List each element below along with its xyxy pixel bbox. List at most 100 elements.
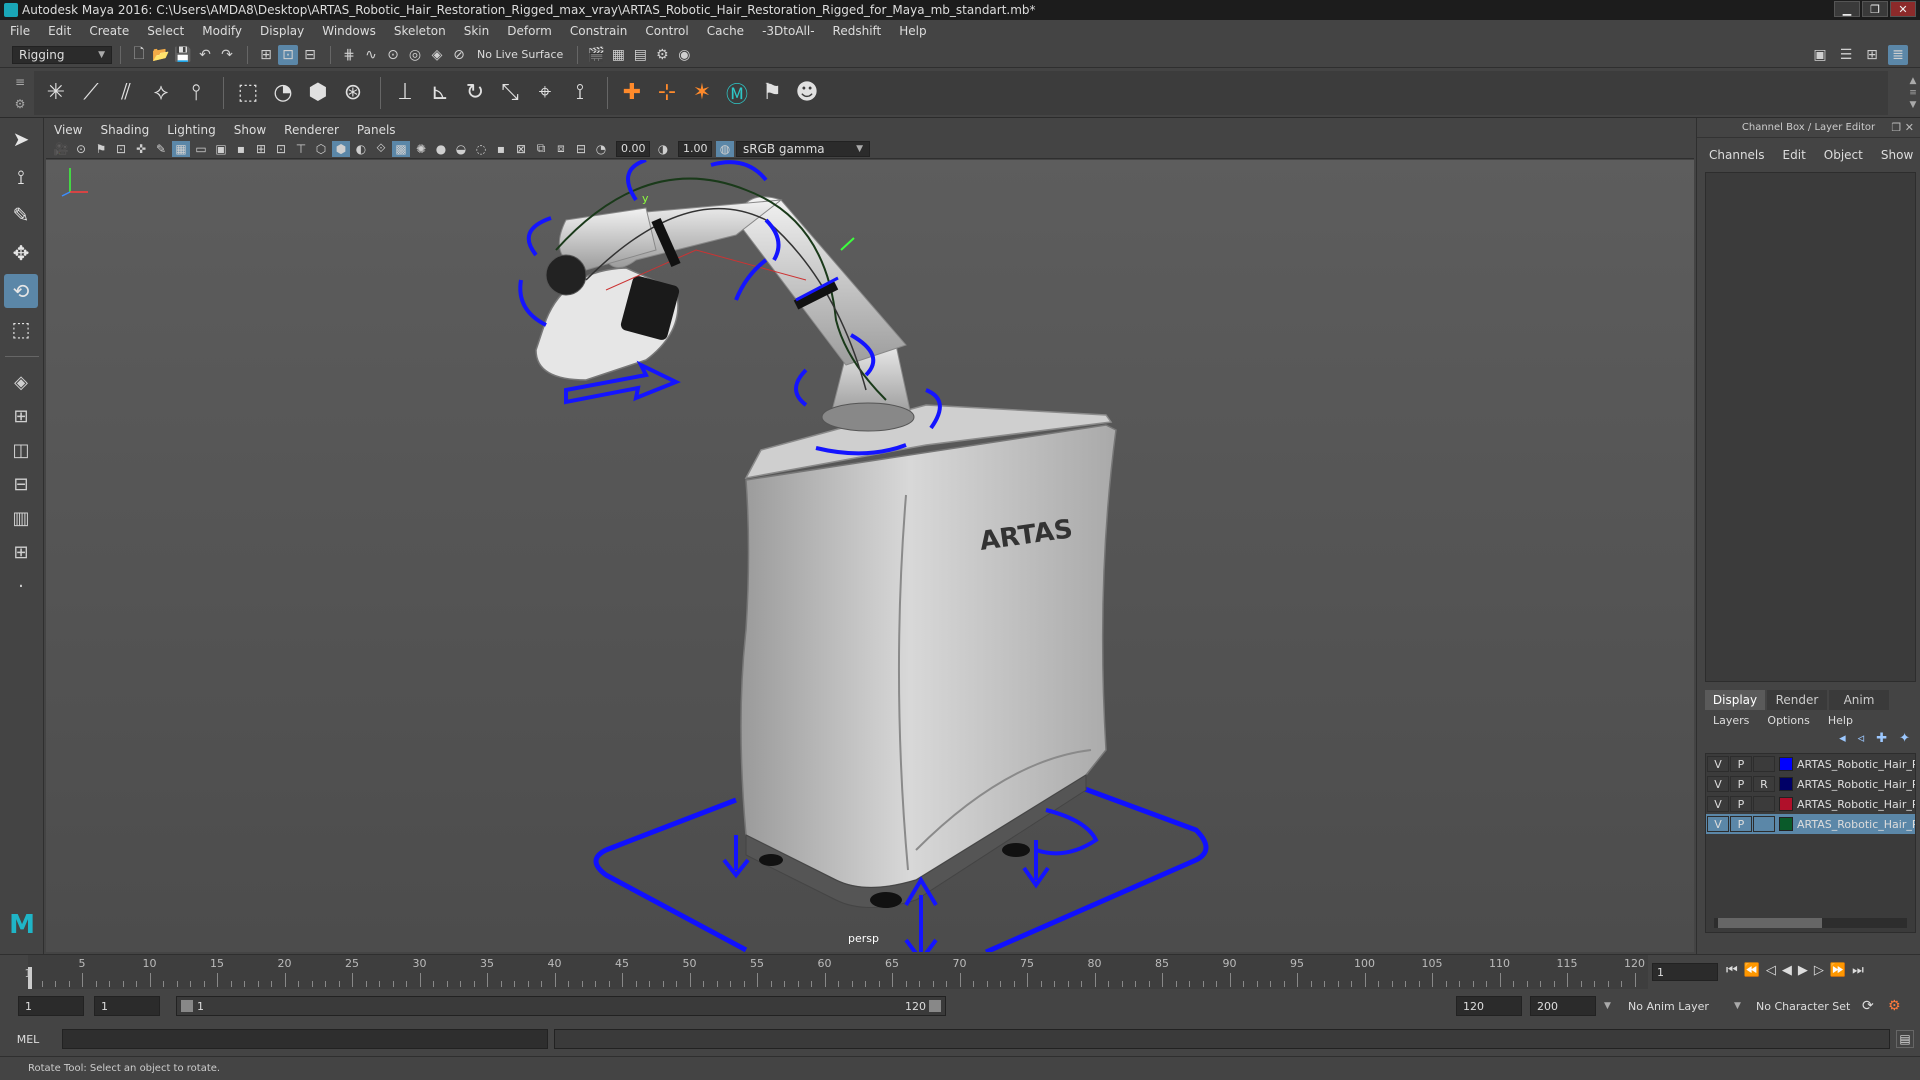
- layer-color-swatch[interactable]: [1779, 757, 1793, 771]
- open-scene-icon[interactable]: 📂: [151, 45, 171, 65]
- step-forward-key-icon[interactable]: ⏩: [1830, 963, 1846, 978]
- orient-constraint-icon[interactable]: ↻: [459, 77, 491, 109]
- snap-surface-icon[interactable]: ◈: [427, 45, 447, 65]
- four-pane-layout-icon[interactable]: ⊞: [4, 401, 38, 431]
- viewport-menu-panels[interactable]: Panels: [357, 123, 396, 137]
- live-surface-label[interactable]: No Live Surface: [471, 46, 569, 64]
- motion-blur-icon[interactable]: ◌: [472, 141, 490, 157]
- layer-visibility-toggle[interactable]: V: [1707, 756, 1729, 772]
- image-plane-icon[interactable]: ⊡: [112, 141, 130, 157]
- base-rotate-controller[interactable]: [794, 368, 808, 407]
- menu-select[interactable]: Select: [147, 24, 184, 38]
- layer-row[interactable]: V P R ARTAS_Robotic_Hair_R: [1706, 774, 1915, 794]
- side-by-side-layout-icon[interactable]: ◫: [4, 435, 38, 465]
- create-joints-icon[interactable]: ✳: [40, 77, 72, 109]
- animation-end-field[interactable]: 200: [1530, 996, 1596, 1016]
- channel-menu-edit[interactable]: Edit: [1783, 148, 1806, 166]
- anti-aliasing-icon[interactable]: ▪: [492, 141, 510, 157]
- new-layer-icon[interactable]: ✚: [1876, 731, 1887, 746]
- step-back-frame-icon[interactable]: ◁: [1766, 963, 1776, 978]
- minimize-button[interactable]: ▁: [1834, 1, 1860, 17]
- tool-settings-icon[interactable]: ⊞: [1862, 45, 1882, 65]
- menu-3dtoall[interactable]: -3DtoAll-: [762, 24, 814, 38]
- foot-controller[interactable]: [722, 835, 750, 879]
- play-forward-icon[interactable]: ▶: [1798, 963, 1808, 978]
- viewport-menu-shading[interactable]: Shading: [100, 123, 149, 137]
- camera-icon[interactable]: 🎥: [52, 141, 70, 157]
- modeling-toolkit-icon[interactable]: ▣: [1810, 45, 1830, 65]
- parent-constraint-icon[interactable]: ⟘: [389, 77, 421, 109]
- range-start-handle[interactable]: [181, 1000, 193, 1012]
- move-layer-down-icon[interactable]: ◃: [1858, 731, 1865, 746]
- field-chart-icon[interactable]: ⊞: [252, 141, 270, 157]
- lasso-tool-icon[interactable]: ⟟: [4, 160, 38, 194]
- elbow-rotate-controller[interactable]: [710, 160, 768, 182]
- layer-display-type-toggle[interactable]: R: [1753, 776, 1775, 792]
- hypershade-icon[interactable]: ◉: [674, 45, 694, 65]
- select-tool-icon[interactable]: ➤: [4, 122, 38, 156]
- isolate-select-icon[interactable]: ⊠: [512, 141, 530, 157]
- ik-spline-icon[interactable]: ⫯: [180, 77, 212, 109]
- tab-render[interactable]: Render: [1767, 690, 1827, 710]
- layer-row[interactable]: V P ARTAS_Robotic_Hair_R: [1706, 754, 1915, 774]
- lattice-icon[interactable]: ⬢: [302, 77, 334, 109]
- cluster-icon[interactable]: ⊛: [337, 77, 369, 109]
- select-hierarchy-icon[interactable]: ⊞: [256, 45, 276, 65]
- insert-joint-icon[interactable]: ⟋: [75, 77, 107, 109]
- chevron-down-icon[interactable]: ▼: [1734, 996, 1741, 1016]
- resolution-gate-icon[interactable]: ▣: [212, 141, 230, 157]
- viewport-menu-show[interactable]: Show: [234, 123, 266, 137]
- color-space-dropdown[interactable]: sRGB gamma ▼: [736, 140, 870, 157]
- channel-menu-channels[interactable]: Channels: [1709, 148, 1765, 166]
- new-layer-from-selection-icon[interactable]: ✦: [1899, 731, 1910, 746]
- layer-playback-toggle[interactable]: P: [1730, 756, 1752, 772]
- time-ruler[interactable]: 1 51015202530354045505560657075808590951…: [25, 955, 1648, 989]
- mirror-joint-icon[interactable]: ⫽: [110, 77, 142, 109]
- layer-visibility-toggle[interactable]: V: [1707, 796, 1729, 812]
- redo-icon[interactable]: ↷: [217, 45, 237, 65]
- menu-lines-icon[interactable]: ≡: [1909, 88, 1917, 98]
- shadows-icon[interactable]: ●: [432, 141, 450, 157]
- xray-joints-icon[interactable]: ⧈: [552, 141, 570, 157]
- paint-weights-icon[interactable]: ◔: [267, 77, 299, 109]
- command-input[interactable]: [62, 1029, 548, 1049]
- ambient-occlusion-icon[interactable]: ◒: [452, 141, 470, 157]
- anim-layer-dropdown[interactable]: No Anim Layer: [1628, 996, 1709, 1016]
- exposure-icon[interactable]: ◔: [592, 141, 610, 157]
- go-to-end-icon[interactable]: ⏭: [1852, 963, 1864, 978]
- layer-row-selected[interactable]: V P ARTAS_Robotic_Hair_R: [1706, 814, 1915, 834]
- menu-create[interactable]: Create: [89, 24, 129, 38]
- color-management-icon[interactable]: ◍: [716, 140, 734, 157]
- menu-constrain[interactable]: Constrain: [570, 24, 628, 38]
- pin-icon[interactable]: ✶: [686, 77, 718, 109]
- rotate-tool-icon[interactable]: ⟲: [4, 274, 38, 308]
- step-back-key-icon[interactable]: ⏪: [1744, 963, 1760, 978]
- shelf-grip[interactable]: ≡ ⚙: [10, 71, 30, 115]
- gamma-icon[interactable]: ◑: [654, 141, 672, 157]
- persp-graph-layout-icon[interactable]: ▥: [4, 503, 38, 533]
- playback-start-field[interactable]: 1: [94, 996, 160, 1016]
- menu-modify[interactable]: Modify: [202, 24, 242, 38]
- scroll-up-icon[interactable]: ▲: [1910, 76, 1917, 86]
- aim-constraint-icon[interactable]: ⌖: [529, 77, 561, 109]
- layer-color-swatch[interactable]: [1779, 817, 1793, 831]
- layer-color-swatch[interactable]: [1779, 797, 1793, 811]
- two-d-pan-icon[interactable]: ✜: [132, 141, 150, 157]
- viewport-menu-lighting[interactable]: Lighting: [167, 123, 216, 137]
- pole-vector-icon[interactable]: ⟟: [564, 77, 596, 109]
- locator-icon[interactable]: ✚: [616, 77, 648, 109]
- layer-playback-toggle[interactable]: P: [1730, 816, 1752, 832]
- channel-menu-show[interactable]: Show: [1881, 148, 1913, 166]
- persp-outliner-layout-icon[interactable]: ⊟: [4, 469, 38, 499]
- layer-menu-help[interactable]: Help: [1828, 714, 1853, 727]
- attribute-editor-icon[interactable]: ☰: [1836, 45, 1856, 65]
- channel-list-area[interactable]: [1705, 172, 1916, 682]
- layer-list-scrollbar[interactable]: [1714, 918, 1907, 928]
- new-scene-icon[interactable]: 🗋: [129, 45, 149, 65]
- layer-display-type-toggle[interactable]: [1753, 796, 1775, 812]
- bookmark-icon[interactable]: ⚑: [92, 141, 110, 157]
- menu-skin[interactable]: Skin: [464, 24, 490, 38]
- hypershade-layout-icon[interactable]: ⊞: [4, 537, 38, 567]
- snap-live-icon[interactable]: ⊘: [449, 45, 469, 65]
- render-settings-icon[interactable]: ⚙: [652, 45, 672, 65]
